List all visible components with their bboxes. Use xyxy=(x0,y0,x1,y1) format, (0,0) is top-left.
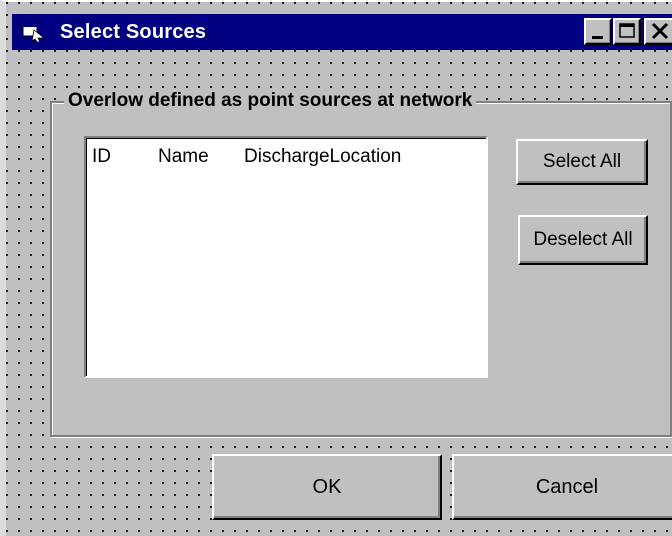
maximize-button[interactable] xyxy=(613,18,641,45)
close-button[interactable] xyxy=(644,18,672,45)
form-icon xyxy=(22,22,46,43)
minimize-button[interactable] xyxy=(584,18,612,45)
sources-listbox[interactable]: ID Name DischargeLocation xyxy=(84,136,488,378)
groupbox-caption: Overlow defined as point sources at netw… xyxy=(64,89,477,113)
dialog-window: Select Sources Overlow defined as point … xyxy=(0,0,672,536)
title-bar[interactable]: Select Sources xyxy=(12,14,672,50)
maximize-icon xyxy=(619,23,635,38)
select-all-label: Select All xyxy=(542,151,622,172)
select-all-button[interactable]: Select All xyxy=(516,139,648,185)
cancel-button[interactable]: Cancel xyxy=(452,454,672,520)
deselect-all-button[interactable]: Deselect All xyxy=(518,215,648,265)
ok-label: OK xyxy=(312,475,342,498)
column-header-discharge-location: DischargeLocation xyxy=(244,146,402,167)
deselect-all-label: Deselect All xyxy=(533,229,633,250)
cancel-label: Cancel xyxy=(535,475,599,498)
window-title: Select Sources xyxy=(60,21,207,43)
close-icon xyxy=(651,22,669,40)
column-header-id: ID xyxy=(92,146,111,167)
minimize-icon xyxy=(592,36,603,39)
column-header-name: Name xyxy=(158,146,209,167)
ok-button[interactable]: OK xyxy=(212,454,442,520)
